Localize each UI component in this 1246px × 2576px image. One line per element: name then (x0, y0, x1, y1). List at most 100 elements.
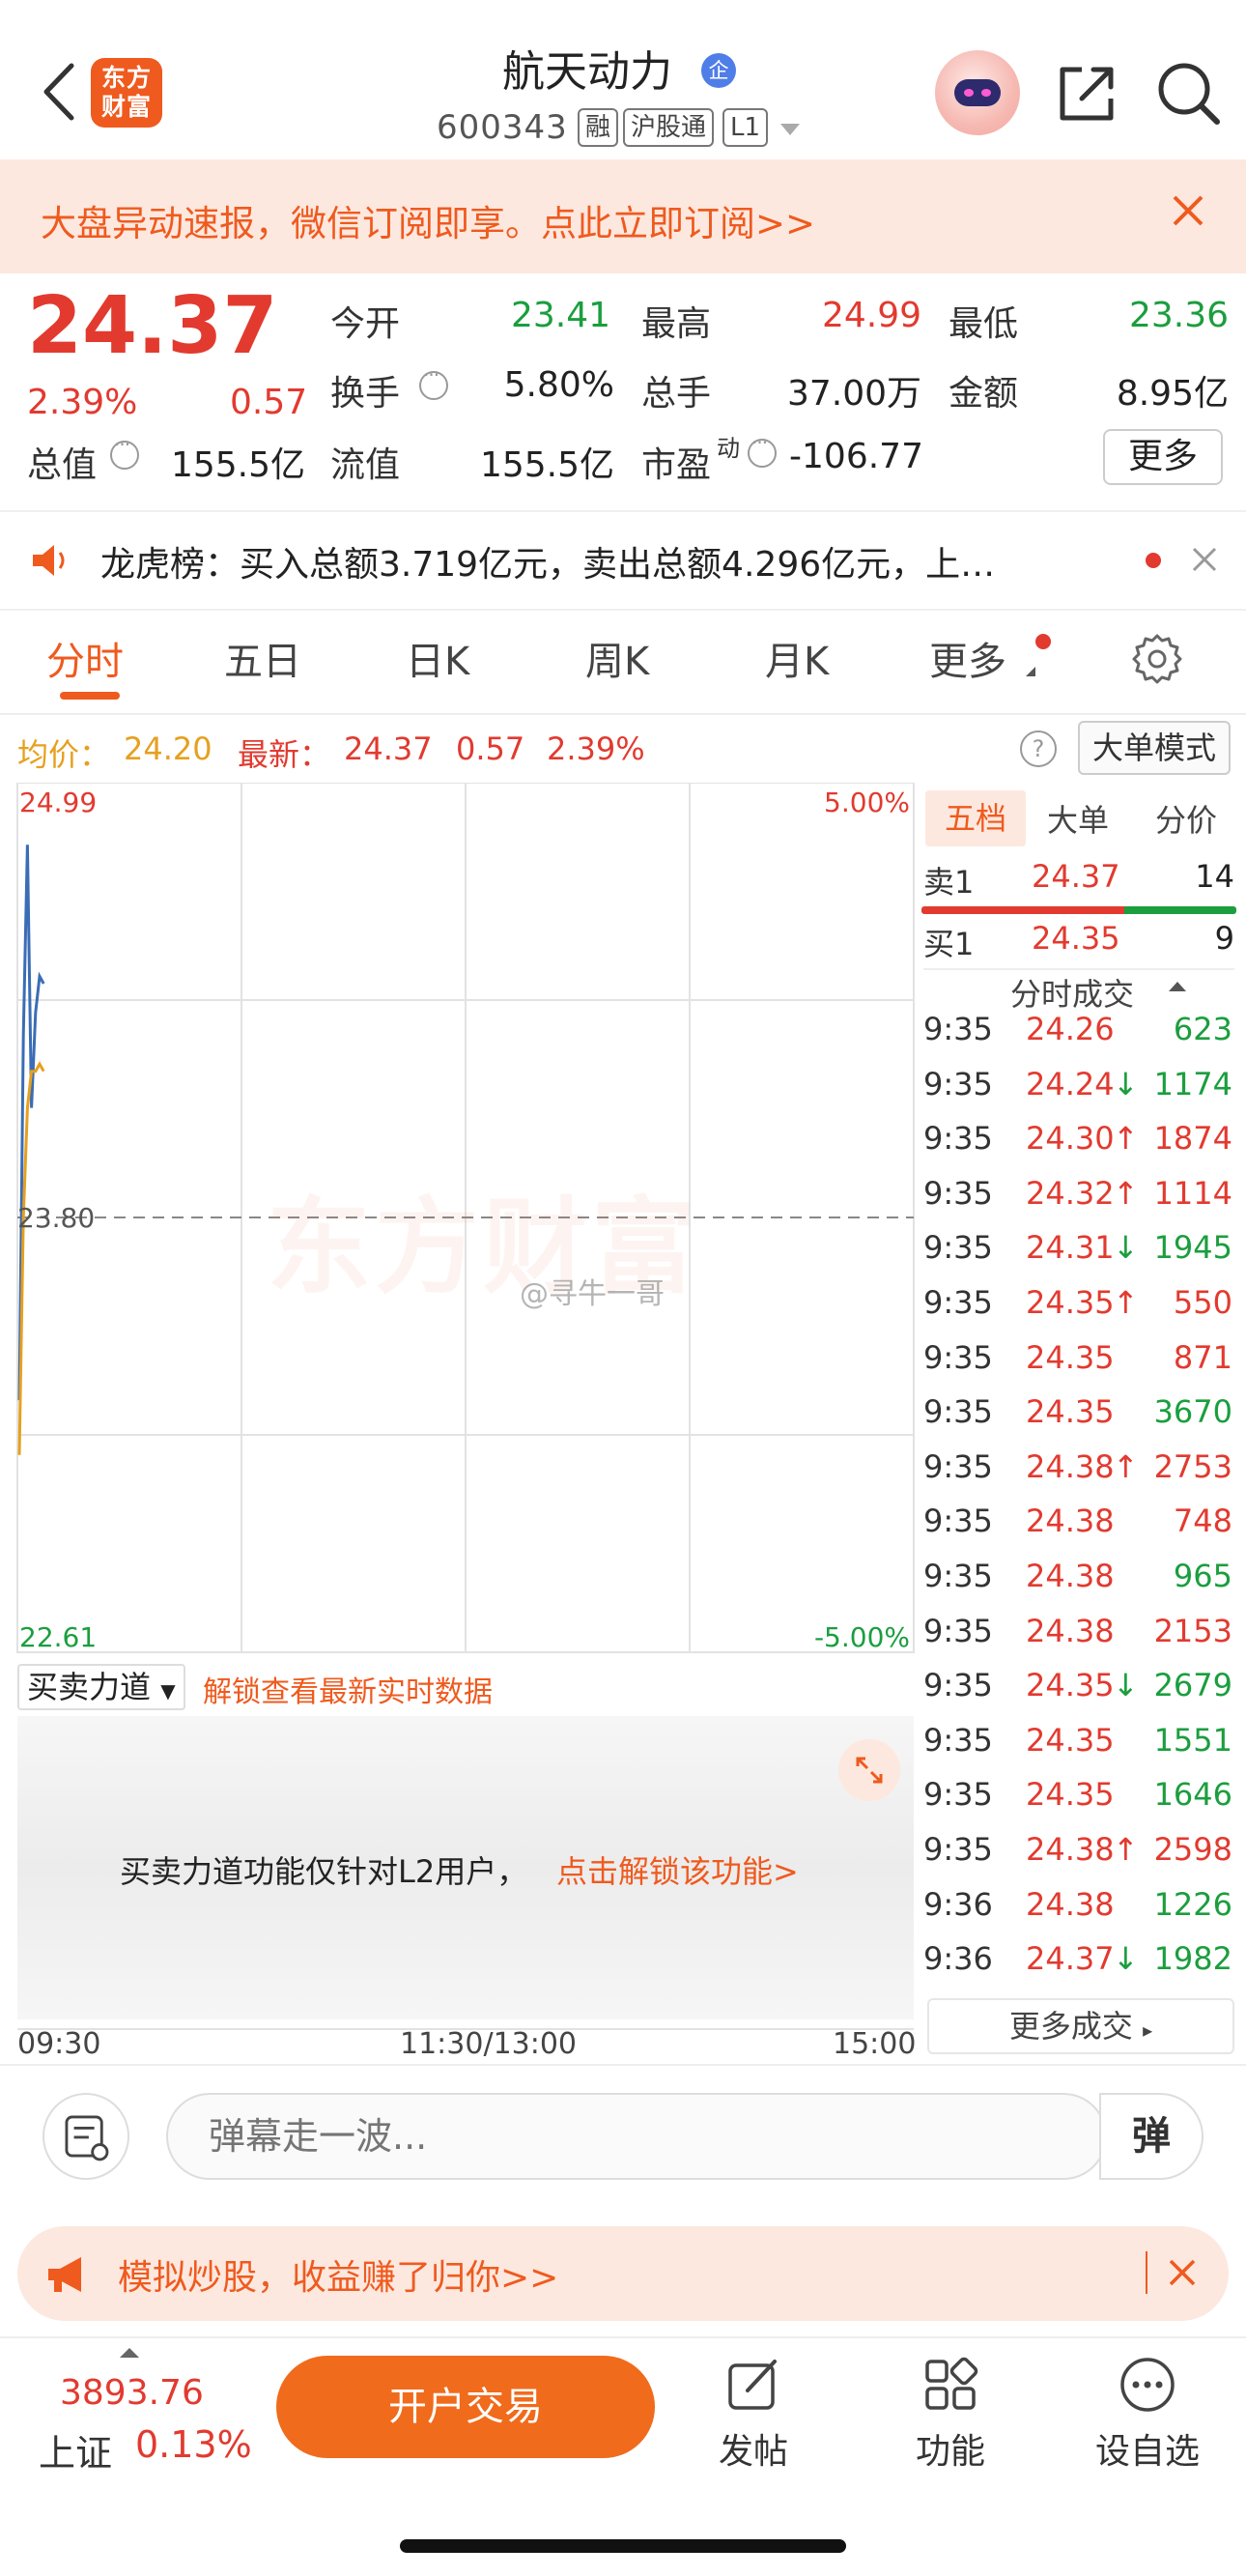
app-logo: 东方 财富 (91, 58, 162, 128)
pe-label: 市盈 (641, 445, 712, 485)
more-trades-label: 更多成交 (1008, 2008, 1133, 2045)
sell1-volume: 14 (1195, 858, 1234, 895)
info-dots-icon[interactable] (110, 433, 139, 470)
force-indicator-select[interactable]: 买卖力道 ▼ (17, 1664, 185, 1710)
trade-arrow: ↓ (1113, 1066, 1139, 1102)
index-value[interactable]: 3893.76 (60, 2373, 204, 2413)
tab-intraday[interactable]: 分时 (46, 630, 124, 686)
nav-watchlist-label[interactable]: 设自选 (1095, 2423, 1200, 2474)
low-value: 23.36 (1128, 296, 1229, 335)
sell-level-1: 卖1 24.37 14 (923, 858, 1234, 910)
amount-label: 金额 (949, 374, 1019, 414)
trade-row: 9:35 24.35 871 (923, 1339, 1236, 1393)
high-label: 最高 (641, 304, 712, 344)
close-icon[interactable] (1169, 191, 1207, 230)
subscribe-banner-text[interactable]: 大盘异动速报，微信订阅即享。点此立即订阅>> (41, 194, 815, 246)
tab-more[interactable]: 更多 (929, 630, 1006, 686)
pct-top-label: 5.00% (824, 787, 910, 818)
float-mv-label: 流值 (330, 445, 401, 485)
trade-volume: 2679 (1153, 1667, 1232, 1703)
trade-time: 9:35 (923, 1229, 993, 1266)
danmaku-input[interactable] (166, 2093, 1107, 2180)
sell-strength-bar (921, 906, 1124, 914)
trade-price: 24.35 (1026, 1722, 1115, 1759)
last-price: 24.37 (27, 280, 278, 372)
more-dots-icon[interactable] (1119, 2356, 1176, 2414)
chevron-down-icon[interactable] (780, 124, 800, 135)
danmaku-send-button[interactable]: 弹 (1099, 2093, 1204, 2180)
unlock-realtime-link[interactable]: 解锁查看最新实时数据 (203, 1668, 493, 1710)
trade-price: 24.35 (1026, 1393, 1115, 1430)
trade-price: 24.38 (1026, 1613, 1115, 1649)
more-fields-button[interactable]: 更多 (1103, 429, 1223, 485)
total-mv-label: 总值 (27, 445, 98, 485)
trade-time: 9:35 (923, 1558, 993, 1594)
trade-price: 24.38 (1026, 1558, 1115, 1594)
tab-big-orders[interactable]: 大单 (1047, 796, 1109, 841)
grid-apps-icon[interactable] (921, 2356, 979, 2414)
trade-row: 9:35 24.35 ↑ 550 (923, 1284, 1236, 1338)
expand-icon[interactable] (838, 1739, 900, 1801)
trade-price: 24.38 (1026, 1886, 1115, 1923)
share-icon[interactable] (1055, 62, 1119, 126)
tab-monthly-k[interactable]: 月K (765, 630, 829, 686)
chevron-down-icon: ▼ (160, 1679, 176, 1703)
more-trades-button[interactable]: 更多成交 ▸ (927, 1998, 1234, 2054)
dragon-tiger-text[interactable]: 龙虎榜：买入总额3.719亿元，卖出总额4.296亿元，上… (100, 536, 1086, 587)
unread-dot (1146, 553, 1161, 568)
time-label-close: 15:00 (833, 2027, 917, 2061)
trades-title[interactable]: 分时成交 (1010, 970, 1134, 1015)
trade-price: 24.26 (1026, 1011, 1115, 1047)
l2-unlock-link[interactable]: 点击解锁该功能> (556, 1847, 799, 1892)
tab-weekly-k[interactable]: 周K (585, 630, 649, 686)
help-icon[interactable]: ? (1020, 730, 1057, 767)
tab-daily-k[interactable]: 日K (406, 630, 469, 686)
avg-price-label: 均价： (17, 736, 111, 773)
tab-five-levels[interactable]: 五档 (925, 790, 1026, 846)
trade-time: 9:35 (923, 1011, 993, 1047)
low-label: 最低 (949, 304, 1019, 344)
search-icon[interactable] (1155, 60, 1223, 128)
nav-functions-label[interactable]: 功能 (916, 2423, 985, 2474)
trade-volume: 871 (1173, 1339, 1232, 1376)
trade-row: 9:35 24.35 1551 (923, 1722, 1236, 1776)
gear-icon[interactable] (1130, 632, 1184, 686)
nav-post-label[interactable]: 发帖 (719, 2423, 788, 2474)
close-icon[interactable] (1190, 545, 1219, 574)
trade-price: 24.38 (1026, 1503, 1115, 1539)
trade-volume: 1114 (1153, 1175, 1232, 1212)
big-order-mode-button[interactable]: 大单模式 (1078, 721, 1231, 775)
trade-volume: 2598 (1153, 1831, 1232, 1868)
buy1-label: 买1 (923, 926, 975, 962)
trade-arrow: ↑ (1113, 1448, 1139, 1485)
trade-volume: 1874 (1153, 1120, 1232, 1157)
edit-post-icon[interactable] (724, 2356, 782, 2414)
pct-bottom-label: -5.00% (814, 1621, 910, 1653)
trade-time: 9:36 (923, 1886, 993, 1923)
index-name[interactable]: 上证 (39, 2423, 112, 2476)
trade-time: 9:35 (923, 1120, 993, 1157)
danmaku-list-icon[interactable] (42, 2093, 129, 2180)
subscribe-banner[interactable]: 大盘异动速报，微信订阅即享。点此立即订阅>> (0, 159, 1246, 273)
series-layer (17, 844, 45, 1455)
tab-price-dist[interactable]: 分价 (1155, 796, 1217, 841)
trade-row: 9:35 24.32 ↑ 1114 (923, 1175, 1236, 1229)
volume-label: 总手 (641, 374, 712, 414)
caret-up-icon[interactable] (1169, 982, 1186, 991)
trade-row: 9:35 24.24 ↓ 1174 (923, 1066, 1236, 1120)
promo-text[interactable]: 模拟炒股，收益赚了归你>> (118, 2249, 558, 2300)
high-value: 24.99 (821, 296, 921, 335)
total-mv-value: 155.5亿 (170, 445, 305, 485)
close-icon[interactable] (1167, 2257, 1198, 2288)
change-percent: 2.39% (27, 383, 138, 422)
latest-percent: 2.39% (547, 730, 645, 767)
stock-name: 航天动力 (502, 47, 672, 97)
tab-five-day[interactable]: 五日 (224, 630, 301, 686)
caret-up-icon[interactable] (120, 2348, 139, 2358)
unread-dot (1035, 634, 1051, 649)
trade-row: 9:36 24.38 1226 (923, 1886, 1236, 1940)
open-account-trade-button[interactable]: 开户交易 (276, 2356, 655, 2458)
back-arrow-icon[interactable] (35, 58, 83, 126)
index-percent[interactable]: 0.13% (135, 2423, 252, 2466)
info-dots-icon[interactable] (419, 363, 448, 400)
